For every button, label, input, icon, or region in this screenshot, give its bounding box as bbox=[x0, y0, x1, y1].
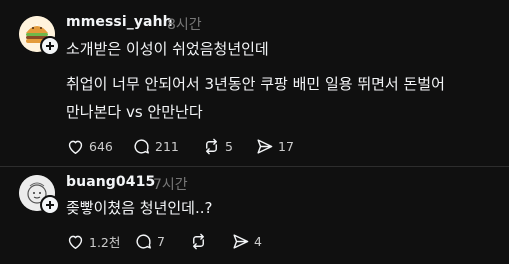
comment-count: 211 bbox=[155, 138, 179, 154]
like-count: 1.2천 bbox=[89, 234, 121, 250]
repost-button[interactable]: 5 bbox=[202, 136, 233, 156]
post-time: 8시간 bbox=[167, 17, 202, 33]
repost-icon bbox=[193, 233, 204, 249]
post-time: 7시간 bbox=[153, 177, 188, 193]
follow-plus-icon[interactable] bbox=[40, 36, 60, 56]
comment-button[interactable]: 7 bbox=[134, 231, 165, 251]
post-text-line: 소개받은 이성이 쉬었음청년인데 bbox=[66, 40, 269, 58]
comment-icon bbox=[134, 138, 149, 154]
share-count: 17 bbox=[278, 138, 294, 154]
share-button[interactable]: 4 bbox=[231, 231, 262, 251]
heart-icon bbox=[68, 235, 83, 249]
repost-button[interactable] bbox=[189, 231, 212, 251]
share-count: 4 bbox=[254, 233, 262, 249]
comment-icon bbox=[136, 233, 151, 249]
repost-count: 5 bbox=[225, 138, 233, 154]
follow-plus-icon[interactable] bbox=[40, 195, 60, 215]
like-button[interactable]: 646 bbox=[66, 136, 113, 156]
post-text-line: 좆빻이쳤음 청년인데..? bbox=[66, 199, 213, 217]
share-button[interactable]: 17 bbox=[255, 136, 294, 156]
send-icon bbox=[233, 233, 249, 249]
thread-post: mmessi_yahh 8시간 소개받은 이성이 쉬었음청년인데 취업이 너무 … bbox=[0, 0, 509, 167]
comment-button[interactable]: 211 bbox=[132, 136, 179, 156]
post-text-line: 취업이 너무 안되어서 3년동안 쿠팡 배민 일용 뛰면서 돈벌어 bbox=[66, 75, 445, 93]
comment-count: 7 bbox=[157, 233, 165, 249]
username[interactable]: buang0415 bbox=[66, 174, 155, 190]
thread-post: buang0415 7시간 좆빻이쳤음 청년인데..? 1.2천 7 4 bbox=[0, 167, 509, 264]
post-text-line: 만나본다 vs 안만난다 bbox=[66, 103, 203, 121]
post-actions: 646 211 5 17 bbox=[66, 136, 366, 156]
post-actions: 1.2천 7 4 bbox=[66, 231, 366, 251]
send-icon bbox=[257, 138, 273, 154]
username[interactable]: mmessi_yahh bbox=[66, 14, 173, 30]
like-button[interactable]: 1.2천 bbox=[66, 231, 120, 251]
repost-icon bbox=[206, 138, 217, 154]
like-count: 646 bbox=[89, 138, 113, 154]
heart-icon bbox=[68, 140, 83, 154]
